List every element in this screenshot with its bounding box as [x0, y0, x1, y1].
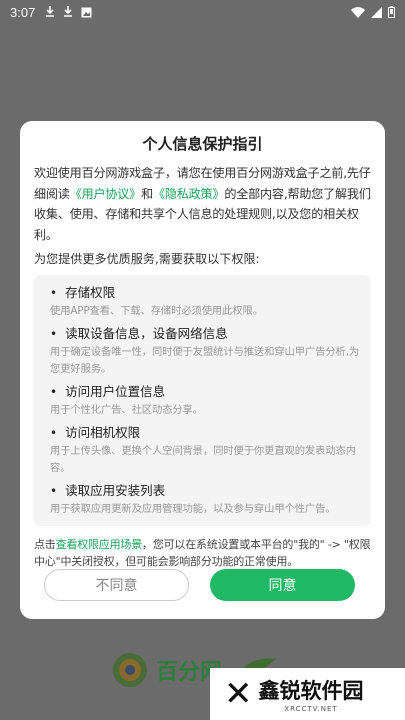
permission-desc: 用于上传头像、更换个人空间背景，同时便于你更直观的发表动态内容。	[50, 445, 356, 474]
user-agreement-link[interactable]: 《用户协议》	[70, 187, 142, 201]
bullet-icon: •	[50, 484, 58, 498]
intro-text: 欢迎使用百分网游戏盒子，请您在使用百分网游戏盒子之前,先仔细阅读《用户协议》和《…	[34, 163, 371, 245]
permission-intro: 为您提供更多优质服务,需要获取以下权限:	[34, 252, 260, 266]
footer-text: 点击查看权限应用场景，您可以在系统设置或本平台的"我的" -> "权限中心"中关…	[34, 536, 371, 570]
permission-desc: 使用APP查看、下载、存储时必须使用此权限。	[50, 305, 263, 317]
signal-icon	[371, 6, 382, 18]
view-permission-scenarios-link[interactable]: 查看权限应用场景	[56, 538, 143, 551]
button-row: 不同意 同意	[44, 569, 355, 601]
download-icon	[46, 6, 55, 17]
privacy-policy-link[interactable]: 《隐私政策》	[153, 187, 225, 201]
permission-desc: 用于个性化广告、社区动态分享。	[50, 404, 203, 416]
decline-button[interactable]: 不同意	[44, 569, 189, 601]
battery-icon	[388, 6, 395, 18]
app-logo-icon	[113, 653, 147, 687]
watermark-x-icon: ✕	[224, 674, 253, 714]
permission-title: 存储权限	[65, 285, 116, 300]
bullet-icon: •	[50, 327, 58, 341]
and-text: 和	[141, 186, 153, 201]
permission-title: 访问相机权限	[65, 425, 141, 440]
permission-list: • 存储权限 使用APP查看、下载、存储时必须使用此权限。 • 读取设备信息，设备网…	[34, 275, 371, 526]
dialog-title: 个人信息保护指引	[142, 135, 263, 153]
permission-desc: 用于确定设备唯一性，同时便于友盟统计与推送和穿山甲广告分析,为您更好服务。	[50, 346, 360, 375]
permission-title: 读取设备信息，设备网络信息	[65, 326, 228, 341]
permission-item: • 读取应用安装列表 用于获取应用更新及应用管理功能，以及参与穿山甲个性广告。	[50, 481, 361, 518]
image-icon	[81, 7, 92, 17]
permission-title: 访问用户位置信息	[65, 384, 166, 399]
download-icon	[64, 6, 73, 17]
permission-desc: 用于获取应用更新及应用管理功能，以及参与穿山甲个性广告。	[50, 503, 336, 515]
footer-prefix: 点击	[34, 538, 56, 551]
privacy-dialog: 个人信息保护指引 欢迎使用百分网游戏盒子，请您在使用百分网游戏盒子之前,先仔细阅…	[20, 121, 385, 619]
watermark-main: 鑫锐软件园	[258, 679, 364, 703]
wifi-icon	[351, 6, 365, 18]
bullet-icon: •	[50, 385, 58, 399]
agree-button[interactable]: 同意	[210, 569, 355, 601]
status-bar: 3:07	[0, 0, 405, 24]
watermark-sub: XRCCTV.NET	[284, 705, 338, 713]
permission-item: • 读取设备信息，设备网络信息 用于确定设备唯一性，同时便于友盟统计与推送和穿山甲…	[50, 324, 361, 378]
permission-title: 读取应用安装列表	[65, 483, 166, 498]
status-time: 3:07	[10, 4, 36, 20]
bullet-icon: •	[50, 426, 58, 440]
permission-item: • 存储权限 使用APP查看、下载、存储时必须使用此权限。	[50, 283, 361, 320]
permission-item: • 访问相机权限 用于上传头像、更换个人空间背景，同时便于你更直观的发表动态内容。	[50, 423, 361, 477]
bullet-icon: •	[50, 286, 58, 300]
watermark: ✕ 鑫锐软件园 XRCCTV.NET	[210, 668, 405, 720]
permission-item: • 访问用户位置信息 用于个性化广告、社区动态分享。	[50, 382, 361, 419]
